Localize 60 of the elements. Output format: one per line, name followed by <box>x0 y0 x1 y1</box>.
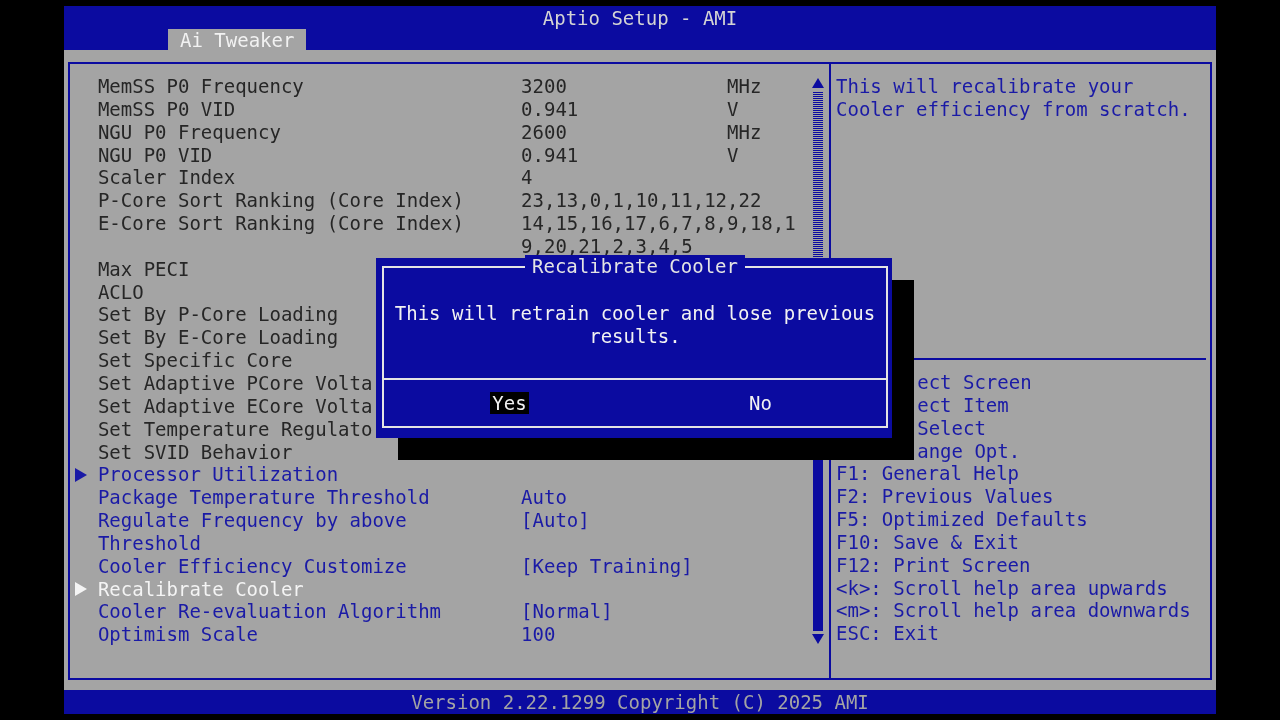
submenu-arrow-icon <box>75 582 87 596</box>
key-hint: F1: General Help <box>836 462 1020 486</box>
menu-item[interactable]: Package Temperature Threshold <box>97 486 430 510</box>
key-hint: F12: Print Screen <box>836 553 1031 577</box>
setting-value: 0.941 <box>521 143 579 166</box>
menu-item[interactable]: Processor Utilization <box>97 463 339 487</box>
dialog-button[interactable]: No <box>747 391 774 414</box>
scroll-down-icon[interactable] <box>812 634 824 644</box>
key-hint: ect Screen <box>917 371 1032 394</box>
key-hint: ect Item <box>917 393 1009 417</box>
setting-value[interactable]: [Auto] <box>521 509 590 532</box>
setting-label: Set SVID Behavior <box>97 440 293 464</box>
setting-label: Set By E-Core Loading <box>97 326 339 350</box>
scroll-up-icon[interactable] <box>812 78 824 88</box>
unit-label: V <box>727 143 739 166</box>
unit-label: MHz <box>727 120 762 143</box>
unit-label: MHz <box>727 75 762 97</box>
setting-value: 4 <box>521 166 533 189</box>
setting-label: Scaler Index <box>97 166 236 190</box>
dialog-button[interactable]: Yes <box>490 391 529 414</box>
key-hint: <k>: Scroll help area upwards <box>836 576 1168 600</box>
setting-label: Set By P-Core Loading <box>97 303 339 327</box>
key-hint: Select <box>917 416 986 440</box>
dialog-message: This will retrain cooler and lose previous results. <box>394 301 876 347</box>
menu-item[interactable]: Optimism Scale <box>97 623 259 647</box>
help-text: This will recalibrate your Cooler efficiency from scratch. <box>836 75 1191 120</box>
setting-label: Set Adaptive ECore Volta <box>97 394 373 418</box>
setting-value: 2600 <box>521 120 567 143</box>
setting-value[interactable]: [Keep Training] <box>521 554 693 577</box>
setting-label: MemSS P0 VID <box>97 97 236 121</box>
version-text: Version 2.22.1299 Copyright (C) 2025 AMI <box>411 691 869 713</box>
setting-label: Max PECI <box>97 257 190 281</box>
setting-value: 0.941 <box>521 97 579 120</box>
setting-value[interactable]: [Normal] <box>521 600 613 623</box>
key-hint: <m>: Scroll help area downwards <box>836 599 1191 623</box>
setting-value: 3200 <box>521 75 567 97</box>
setting-value[interactable]: Auto <box>521 486 567 509</box>
window-title: Aptio Setup - AMI <box>541 6 739 30</box>
setting-label: ACLO <box>97 280 144 304</box>
setting-value[interactable]: 100 <box>521 623 556 646</box>
setting-label: P-Core Sort Ranking (Core Index) <box>97 189 464 213</box>
setting-label: Set Adaptive PCore Volta <box>97 371 373 395</box>
setting-label: Set Temperature Regulato <box>97 417 373 441</box>
setting-label: Set Specific Core <box>97 349 293 372</box>
key-hint: F2: Previous Values <box>836 485 1054 509</box>
setting-label: MemSS P0 Frequency <box>97 75 304 98</box>
menu-item[interactable]: Cooler Efficiency Customize <box>97 554 407 578</box>
key-hint: F5: Optimized Defaults <box>836 508 1088 531</box>
setting-value: 14,15,16,17,6,7,8,9,18,19,20,21,2,3,4,5 <box>521 212 796 257</box>
setting-label: NGU P0 VID <box>97 143 213 167</box>
menu-item[interactable]: Regulate Frequency by above Threshold <box>97 509 510 555</box>
key-hint: ESC: Exit <box>836 622 939 646</box>
key-hint: ange Opt. <box>917 439 1021 463</box>
setting-label: NGU P0 Frequency <box>97 120 281 144</box>
submenu-arrow-icon <box>75 467 87 482</box>
setting-value: 23,13,0,1,10,11,12,22 <box>521 189 762 212</box>
menu-item[interactable]: Cooler Re-evaluation Algorithm <box>97 600 442 624</box>
key-hint: F10: Save & Exit <box>836 530 1020 554</box>
setting-label: E-Core Sort Ranking (Core Index) <box>97 212 464 235</box>
unit-label: V <box>727 97 739 120</box>
